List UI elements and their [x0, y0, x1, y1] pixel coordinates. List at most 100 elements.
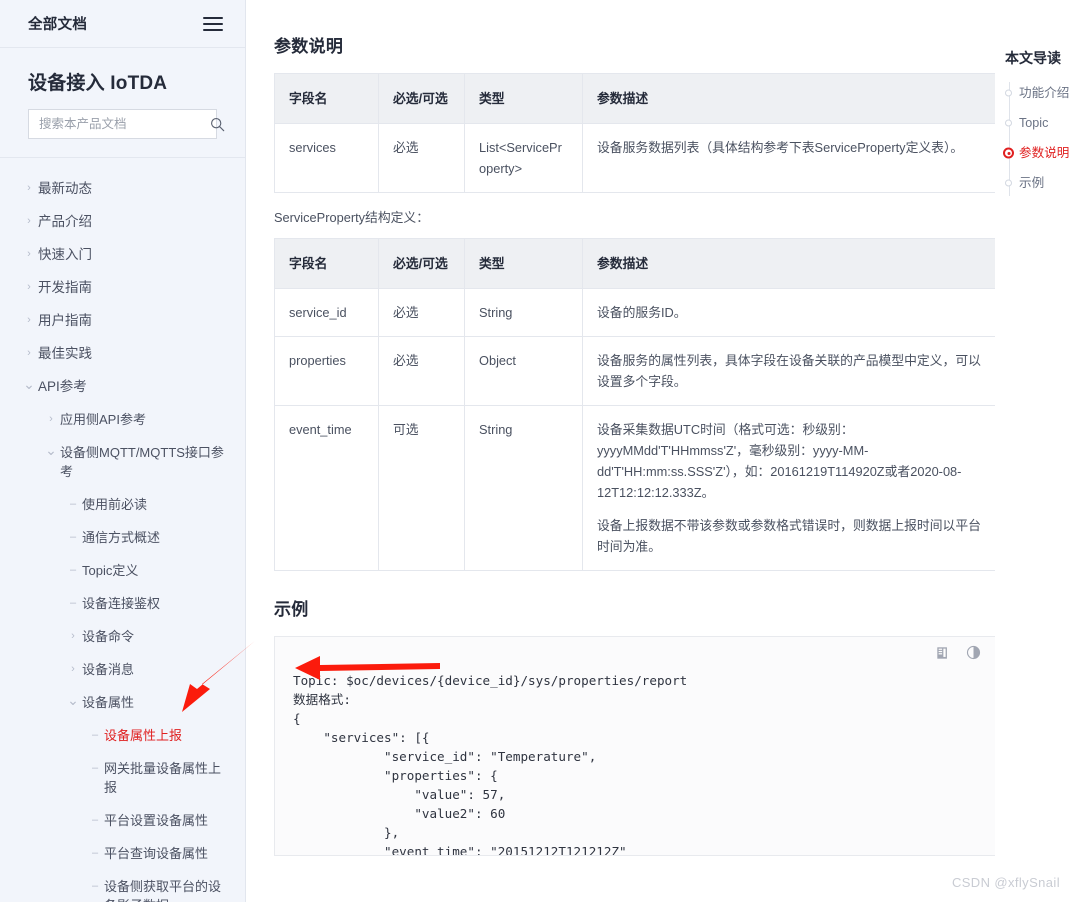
sidebar-item-15[interactable]: ⌄ 设备属性 [0, 686, 245, 719]
cell-field: properties [274, 336, 379, 406]
toc-item-label: Topic [1019, 116, 1049, 130]
code-toolbar [936, 645, 981, 660]
sidebar-item-label: 平台查询设备属性 [104, 846, 209, 861]
chevron-down-icon[interactable]: ⌄ [20, 377, 38, 391]
dash-icon[interactable]: – [86, 844, 104, 863]
sidebar-item-18[interactable]: – 平台设置设备属性 [0, 804, 245, 837]
serviceproperty-note: ServiceProperty结构定义： [274, 210, 430, 225]
sidebar-item-label: 设备属性上报 [104, 728, 183, 743]
parameters-table-2: 字段名 必选/可选 类型 参数描述 service_id 必选 String 设… [274, 238, 995, 571]
toc-list: 功能介绍 Topic 参数说明 示例 [1003, 78, 1072, 198]
th-desc: 参数描述 [582, 238, 995, 289]
search-icon[interactable] [210, 117, 225, 132]
toc-dot-icon [1005, 119, 1012, 127]
sidebar-item-14[interactable]: › 设备消息 [0, 653, 245, 686]
sidebar-item-7[interactable]: › 应用侧API参考 [0, 403, 245, 436]
chevron-right-icon[interactable]: › [64, 627, 82, 646]
toc-item-0[interactable]: 功能介绍 [1005, 78, 1072, 108]
toc-title: 本文导读 [1005, 50, 1061, 66]
sidebar-item-label: 开发指南 [38, 280, 92, 295]
chevron-down-icon[interactable]: ⌄ [42, 443, 60, 457]
sidebar-item-1[interactable]: › 产品介绍 [0, 205, 245, 238]
chevron-right-icon[interactable]: › [20, 344, 38, 363]
sidebar-item-4[interactable]: › 用户指南 [0, 304, 245, 337]
code-content[interactable]: Topic: $oc/devices/{device_id}/sys/prope… [275, 671, 995, 855]
dash-icon[interactable]: – [86, 726, 104, 745]
dash-icon[interactable]: – [64, 495, 82, 514]
sidebar-item-5[interactable]: › 最佳实践 [0, 337, 245, 370]
clipped-top-text [274, 0, 964, 6]
th-field: 字段名 [274, 73, 379, 124]
sidebar-item-16[interactable]: – 设备属性上报 [0, 719, 245, 752]
toc-item-label: 功能介绍 [1019, 86, 1070, 100]
chevron-right-icon[interactable]: › [20, 245, 38, 264]
code-block: Topic: $oc/devices/{device_id}/sys/prope… [274, 636, 995, 856]
chevron-right-icon[interactable]: › [20, 311, 38, 330]
sidebar-item-19[interactable]: – 平台查询设备属性 [0, 837, 245, 870]
cell-required: 必选 [378, 336, 465, 406]
sidebar-item-label: 设备连接鉴权 [82, 596, 161, 611]
sidebar-item-2[interactable]: › 快速入门 [0, 238, 245, 271]
cell-type: Object [464, 336, 583, 406]
toc-item-2[interactable]: 参数说明 [1003, 138, 1072, 168]
sidebar-item-13[interactable]: › 设备命令 [0, 620, 245, 653]
chevron-right-icon[interactable]: › [64, 660, 82, 679]
sidebar-item-8[interactable]: ⌄ 设备侧MQTT/MQTTS接口参考 [0, 436, 245, 488]
sidebar-item-label: 最佳实践 [38, 346, 92, 361]
all-docs-link[interactable]: 全部文档 [28, 13, 87, 34]
sidebar-item-9[interactable]: – 使用前必读 [0, 488, 245, 521]
sidebar-item-6[interactable]: ⌄ API参考 [0, 370, 245, 403]
sidebar-item-label: Topic定义 [82, 563, 139, 578]
search-input[interactable] [39, 117, 200, 131]
cell-type: List<ServiceProperty> [464, 123, 583, 193]
documentation-page: 全部文档 设备接入 IoTDA ›最新动态›产品介绍›快速入门›开发指南›用户指… [0, 0, 1072, 902]
sidebar-header: 全部文档 [0, 0, 245, 48]
chevron-right-icon[interactable]: › [20, 179, 38, 198]
dash-icon[interactable]: – [64, 561, 82, 580]
dash-icon[interactable]: – [86, 877, 104, 896]
dash-icon[interactable]: – [86, 759, 104, 778]
chevron-down-icon[interactable]: ⌄ [64, 693, 82, 707]
cell-desc-para-2: 设备上报数据不带该参数或参数格式错误时，则数据上报时间以平台时间为准。 [597, 518, 981, 554]
cell-type: String [464, 405, 583, 571]
copy-icon[interactable] [936, 646, 950, 660]
sidebar-item-label: 设备侧获取平台的设备影子数据 [104, 879, 222, 902]
search-box[interactable] [28, 109, 225, 139]
chevron-right-icon[interactable]: › [42, 410, 60, 429]
toc-item-1[interactable]: Topic [1005, 108, 1072, 138]
sidebar-item-label: 设备侧MQTT/MQTTS接口参考 [60, 445, 224, 479]
main-content: 参数说明 字段名 必选/可选 类型 参数描述 services 必选 List<… [246, 0, 995, 902]
sidebar-item-label: 通信方式概述 [82, 530, 161, 545]
th-field: 字段名 [274, 238, 379, 289]
cell-required: 可选 [378, 405, 465, 571]
sidebar-item-label: 设备命令 [82, 629, 135, 644]
parameters-table-1: 字段名 必选/可选 类型 参数描述 services 必选 List<Servi… [274, 73, 995, 193]
table-row: properties 必选 Object 设备服务的属性列表，具体字段在设备关联… [274, 336, 995, 406]
sidebar-item-label: 使用前必读 [82, 497, 148, 512]
dash-icon[interactable]: – [64, 594, 82, 613]
sidebar-item-label: API参考 [38, 379, 87, 394]
sidebar-item-label: 产品介绍 [38, 214, 92, 229]
sidebar-item-17[interactable]: – 网关批量设备属性上报 [0, 752, 245, 804]
th-type: 类型 [464, 73, 583, 124]
sidebar-item-0[interactable]: › 最新动态 [0, 172, 245, 205]
left-sidebar: 全部文档 设备接入 IoTDA ›最新动态›产品介绍›快速入门›开发指南›用户指… [0, 0, 246, 902]
hamburger-icon[interactable] [203, 16, 223, 31]
sidebar-item-label: 平台设置设备属性 [104, 813, 209, 828]
theme-toggle-icon[interactable] [966, 645, 981, 660]
dash-icon[interactable]: – [64, 528, 82, 547]
sidebar-item-11[interactable]: – Topic定义 [0, 554, 245, 587]
sidebar-item-3[interactable]: › 开发指南 [0, 271, 245, 304]
sidebar-item-10[interactable]: – 通信方式概述 [0, 521, 245, 554]
sidebar-item-20[interactable]: –设备侧获取平台的设备影子数据 [0, 870, 245, 902]
sidebar-item-label: 用户指南 [38, 313, 92, 328]
dash-icon[interactable]: – [86, 811, 104, 830]
toc-active-dot-icon [1003, 147, 1014, 159]
sidebar-item-label: 网关批量设备属性上报 [104, 761, 222, 795]
sidebar-item-label: 最新动态 [38, 181, 92, 196]
sidebar-item-12[interactable]: – 设备连接鉴权 [0, 587, 245, 620]
sidebar-item-label: 快速入门 [38, 247, 92, 262]
toc-item-3[interactable]: 示例 [1005, 168, 1072, 198]
chevron-right-icon[interactable]: › [20, 212, 38, 231]
chevron-right-icon[interactable]: › [20, 278, 38, 297]
